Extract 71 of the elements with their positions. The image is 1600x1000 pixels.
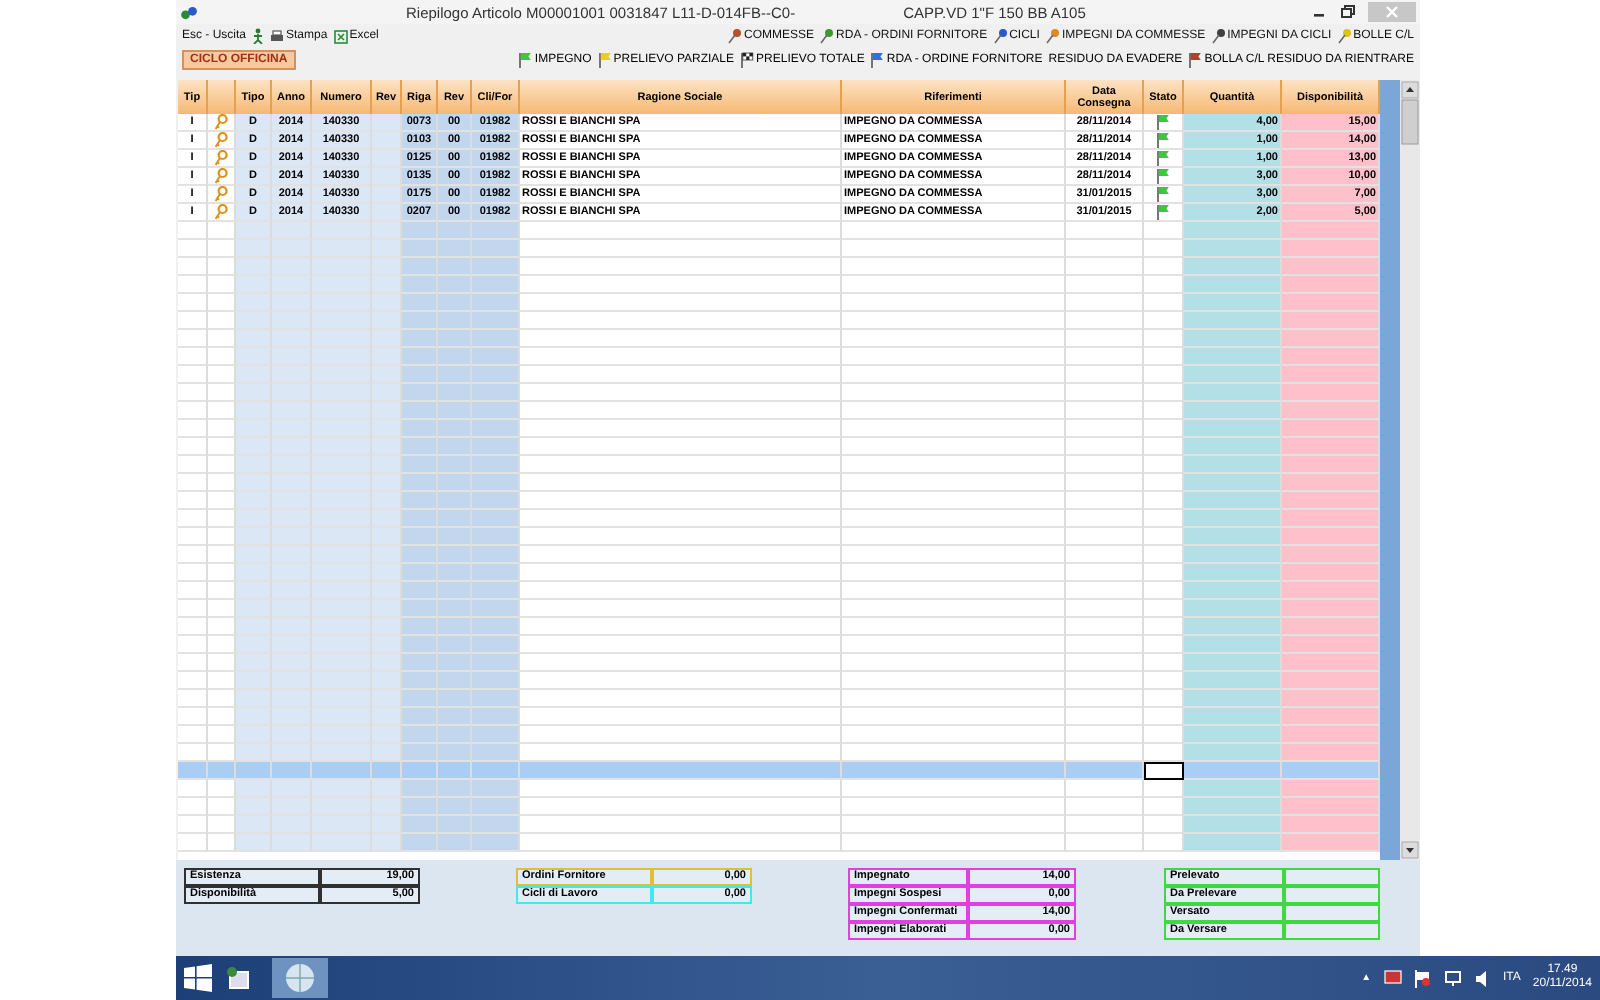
empty-row[interactable] bbox=[178, 294, 1380, 312]
spreadsheet-icon bbox=[333, 29, 348, 43]
empty-row[interactable] bbox=[178, 798, 1380, 816]
empty-row[interactable] bbox=[178, 222, 1380, 240]
empty-row[interactable] bbox=[178, 816, 1380, 834]
flag-icon[interactable] bbox=[1413, 969, 1432, 987]
empty-row[interactable] bbox=[178, 546, 1380, 564]
empty-row[interactable] bbox=[178, 348, 1380, 366]
empty-row[interactable] bbox=[178, 762, 1380, 780]
pin-icon bbox=[1337, 28, 1352, 44]
empty-row[interactable] bbox=[178, 474, 1380, 492]
empty-row[interactable] bbox=[178, 726, 1380, 744]
column-header[interactable] bbox=[208, 80, 236, 114]
summary-value-box bbox=[1284, 922, 1380, 940]
summary-value-box bbox=[1284, 904, 1380, 922]
app-icon bbox=[180, 5, 198, 19]
restore-icon[interactable] bbox=[1340, 4, 1356, 20]
empty-row[interactable] bbox=[178, 600, 1380, 618]
empty-row[interactable] bbox=[178, 636, 1380, 654]
printer-icon bbox=[270, 29, 285, 43]
empty-row[interactable] bbox=[178, 618, 1380, 636]
empty-row[interactable] bbox=[178, 510, 1380, 528]
empty-row[interactable] bbox=[178, 240, 1380, 258]
windows-logo-icon[interactable] bbox=[184, 964, 212, 992]
key-icon[interactable] bbox=[214, 132, 228, 148]
empty-row[interactable] bbox=[178, 708, 1380, 726]
empty-row[interactable] bbox=[178, 690, 1380, 708]
empty-row[interactable] bbox=[178, 258, 1380, 276]
empty-row[interactable] bbox=[178, 384, 1380, 402]
key-icon[interactable] bbox=[214, 150, 228, 166]
key-icon[interactable] bbox=[214, 168, 228, 184]
summary-value-box bbox=[1284, 886, 1380, 904]
pin-icon bbox=[820, 28, 835, 44]
speaker-icon[interactable] bbox=[1473, 969, 1492, 987]
empty-row[interactable] bbox=[178, 780, 1380, 798]
flag-icon bbox=[870, 52, 885, 68]
checkered-flag-icon bbox=[740, 52, 755, 68]
empty-row[interactable] bbox=[178, 834, 1380, 852]
empty-row[interactable] bbox=[178, 420, 1380, 438]
scrollbar[interactable] bbox=[1400, 80, 1420, 860]
figure-icon bbox=[252, 28, 265, 44]
empty-row[interactable] bbox=[178, 402, 1380, 420]
empty-row[interactable] bbox=[178, 492, 1380, 510]
pin-icon bbox=[993, 28, 1008, 44]
empty-row[interactable] bbox=[178, 276, 1380, 294]
app-icon[interactable] bbox=[224, 964, 252, 992]
key-icon[interactable] bbox=[214, 204, 228, 220]
key-icon[interactable] bbox=[214, 186, 228, 202]
pin-icon bbox=[728, 28, 743, 44]
close-icon[interactable] bbox=[1368, 2, 1416, 22]
empty-row[interactable] bbox=[178, 330, 1380, 348]
empty-row[interactable] bbox=[178, 582, 1380, 600]
empty-row[interactable] bbox=[178, 744, 1380, 762]
summary-value-box bbox=[1284, 868, 1380, 886]
empty-row[interactable] bbox=[178, 438, 1380, 456]
empty-row[interactable] bbox=[178, 366, 1380, 384]
key-icon[interactable] bbox=[214, 114, 228, 130]
network-icon[interactable] bbox=[1443, 969, 1462, 987]
flag-icon bbox=[597, 52, 612, 68]
empty-row[interactable] bbox=[178, 564, 1380, 582]
monitor-icon[interactable] bbox=[1383, 969, 1402, 987]
empty-row[interactable] bbox=[178, 312, 1380, 330]
empty-row[interactable] bbox=[178, 672, 1380, 690]
flag-icon bbox=[518, 52, 533, 68]
pin-icon bbox=[1211, 28, 1226, 44]
empty-row[interactable] bbox=[178, 528, 1380, 546]
empty-row[interactable] bbox=[178, 654, 1380, 672]
globe-icon[interactable] bbox=[272, 958, 328, 998]
empty-row[interactable] bbox=[178, 456, 1380, 474]
flag-icon bbox=[1188, 52, 1203, 68]
pin-icon bbox=[1045, 28, 1060, 44]
